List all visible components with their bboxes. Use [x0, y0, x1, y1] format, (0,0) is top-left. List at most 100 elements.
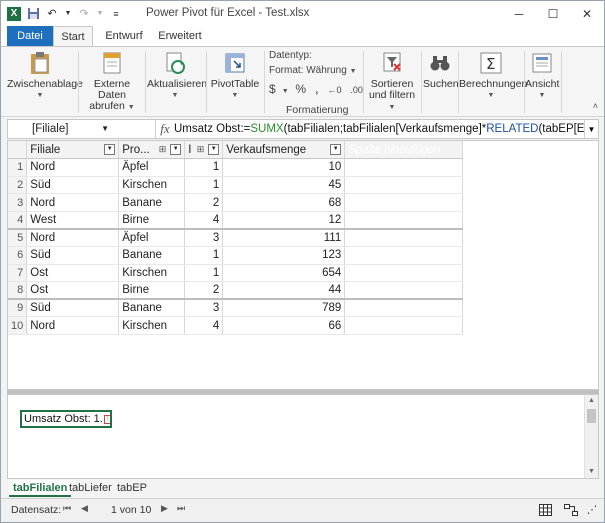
- view-button[interactable]: Ansicht ▼: [525, 50, 559, 101]
- sort-filter-button[interactable]: Sortieren und filtern ▼: [365, 50, 419, 113]
- cell-filiale[interactable]: Süd: [26, 298, 120, 318]
- cell-id[interactable]: 1: [184, 246, 224, 265]
- column-header-produkt[interactable]: Pro... ⊞ ▼: [118, 141, 186, 160]
- row-number[interactable]: 6: [8, 246, 28, 265]
- cell-verkaufsmenge[interactable]: 45: [222, 176, 346, 195]
- row-number[interactable]: 4: [8, 211, 28, 230]
- chevron-down-icon[interactable]: ▼: [101, 120, 109, 138]
- cell-id[interactable]: 3: [184, 227, 224, 248]
- expand-formula-bar-icon[interactable]: ▼: [584, 120, 598, 138]
- cell-id[interactable]: 1: [184, 158, 224, 177]
- table-row[interactable]: 8 Ost Birne 2 44: [8, 281, 464, 300]
- undo-dropdown-icon[interactable]: ▼: [64, 7, 72, 21]
- table-row[interactable]: 7 Ost Kirschen 1 654: [8, 264, 464, 283]
- cell-filiale[interactable]: Ost: [26, 281, 120, 300]
- pivottable-button[interactable]: PivotTable ▼: [209, 50, 261, 101]
- maximize-icon[interactable]: ☐: [536, 1, 570, 26]
- tab-datei[interactable]: Datei: [7, 26, 53, 46]
- filter-dropdown-icon[interactable]: ▼: [104, 144, 116, 155]
- row-number[interactable]: 1: [8, 158, 28, 177]
- cell-add-column[interactable]: [344, 298, 464, 318]
- diagram-view-icon[interactable]: [563, 502, 579, 518]
- cell-add-column[interactable]: [344, 158, 464, 177]
- cell-verkaufsmenge[interactable]: 654: [222, 264, 346, 283]
- cell-produkt[interactable]: Kirschen: [118, 316, 186, 336]
- cell-filiale[interactable]: Nord: [26, 227, 120, 248]
- cell-produkt[interactable]: Kirschen: [118, 176, 186, 195]
- cell-id[interactable]: 1: [184, 264, 224, 283]
- close-icon[interactable]: ✕: [570, 1, 604, 26]
- cell-verkaufsmenge[interactable]: 10: [222, 158, 346, 177]
- row-number[interactable]: 10: [8, 316, 28, 336]
- cell-filiale[interactable]: Ost: [26, 264, 120, 283]
- row-number[interactable]: 3: [8, 193, 28, 212]
- cell-add-column[interactable]: [344, 264, 464, 283]
- cell-verkaufsmenge[interactable]: 789: [222, 298, 346, 318]
- next-record-icon[interactable]: ▶: [161, 503, 168, 514]
- table-row[interactable]: 4 West Birne 4 12: [8, 211, 464, 230]
- first-record-icon[interactable]: ⏮: [63, 503, 71, 514]
- cell-filiale[interactable]: Nord: [26, 193, 120, 212]
- table-row[interactable]: 5 Nord Äpfel 3 111: [8, 227, 464, 248]
- name-box[interactable]: [Filiale] ▼: [8, 120, 156, 138]
- cell-id[interactable]: 3: [184, 298, 224, 318]
- table-row[interactable]: 10 Nord Kirschen 4 66: [8, 316, 464, 336]
- currency-icon[interactable]: $: [269, 82, 276, 96]
- cell-add-column[interactable]: [344, 227, 464, 248]
- minimize-icon[interactable]: ─: [502, 1, 536, 26]
- search-button[interactable]: Suchen: [423, 50, 459, 90]
- scroll-down-icon[interactable]: ▼: [585, 466, 598, 478]
- thousands-separator-icon[interactable]: ,: [315, 80, 319, 96]
- vertical-scrollbar[interactable]: ▲ ▼: [584, 395, 598, 478]
- cell-add-column[interactable]: [344, 193, 464, 212]
- cell-id[interactable]: 2: [184, 281, 224, 300]
- grid-view-icon[interactable]: [537, 502, 553, 518]
- cell-produkt[interactable]: Banane: [118, 193, 186, 212]
- cell-add-column[interactable]: [344, 211, 464, 230]
- cell-filiale[interactable]: Nord: [26, 316, 120, 336]
- cell-id[interactable]: 4: [184, 316, 224, 336]
- measure-cell[interactable]: Umsatz Obst: 1.!: [20, 410, 112, 428]
- table-row[interactable]: 6 Süd Banane 1 123: [8, 246, 464, 265]
- last-record-icon[interactable]: ⏭: [177, 503, 185, 514]
- customize-toolbar-icon[interactable]: ≡: [109, 7, 123, 21]
- table-row[interactable]: 1 Nord Äpfel 1 10: [8, 158, 464, 177]
- external-data-button[interactable]: Externe Daten abrufen ▼: [81, 50, 143, 113]
- cell-produkt[interactable]: Banane: [118, 246, 186, 265]
- table-row[interactable]: 3 Nord Banane 2 68: [8, 193, 464, 212]
- filter-dropdown-icon[interactable]: ▼: [208, 144, 220, 155]
- sheet-tab-tabliefer[interactable]: tabLiefer: [65, 480, 116, 497]
- redo-dropdown-icon[interactable]: ▼: [96, 7, 104, 21]
- cell-produkt[interactable]: Äpfel: [118, 158, 186, 177]
- fx-icon[interactable]: fx: [156, 121, 174, 137]
- datatype-dropdown[interactable]: Datentyp:: [269, 50, 369, 61]
- refresh-button[interactable]: Aktualisieren ▼: [147, 50, 207, 101]
- cell-add-column[interactable]: [344, 316, 464, 336]
- row-number[interactable]: 2: [8, 176, 28, 195]
- collapse-ribbon-icon[interactable]: ˄: [593, 101, 598, 111]
- percent-icon[interactable]: %: [295, 82, 306, 96]
- excel-app-icon[interactable]: X: [7, 6, 21, 21]
- table-row[interactable]: 2 Süd Kirschen 1 45: [8, 176, 464, 195]
- redo-icon[interactable]: ↷: [77, 7, 91, 21]
- scrollbar-thumb[interactable]: [587, 409, 596, 423]
- previous-record-icon[interactable]: ◀: [81, 503, 88, 514]
- smart-tag-icon[interactable]: !: [103, 414, 110, 424]
- filter-dropdown-icon[interactable]: ▼: [330, 144, 342, 155]
- save-icon[interactable]: [26, 7, 40, 21]
- cell-filiale[interactable]: Nord: [26, 158, 120, 177]
- column-header-verkaufsmenge[interactable]: Verkaufsmenge ▼: [222, 141, 346, 160]
- select-all-corner[interactable]: [8, 141, 28, 160]
- cell-filiale[interactable]: Süd: [26, 246, 120, 265]
- calculations-button[interactable]: Σ Berechnungen ▼: [459, 50, 527, 101]
- cell-produkt[interactable]: Banane: [118, 298, 186, 318]
- decrease-decimal-icon[interactable]: .00: [350, 85, 363, 95]
- cell-id[interactable]: 4: [184, 211, 224, 230]
- tab-entwurf[interactable]: Entwurf: [101, 26, 147, 46]
- cell-id[interactable]: 1: [184, 176, 224, 195]
- table-row[interactable]: 9 Süd Banane 3 789: [8, 298, 464, 318]
- cell-verkaufsmenge[interactable]: 12: [222, 211, 346, 230]
- cell-verkaufsmenge[interactable]: 44: [222, 281, 346, 300]
- column-header-filiale[interactable]: Filiale ▼: [26, 141, 120, 160]
- row-number[interactable]: 5: [8, 227, 28, 248]
